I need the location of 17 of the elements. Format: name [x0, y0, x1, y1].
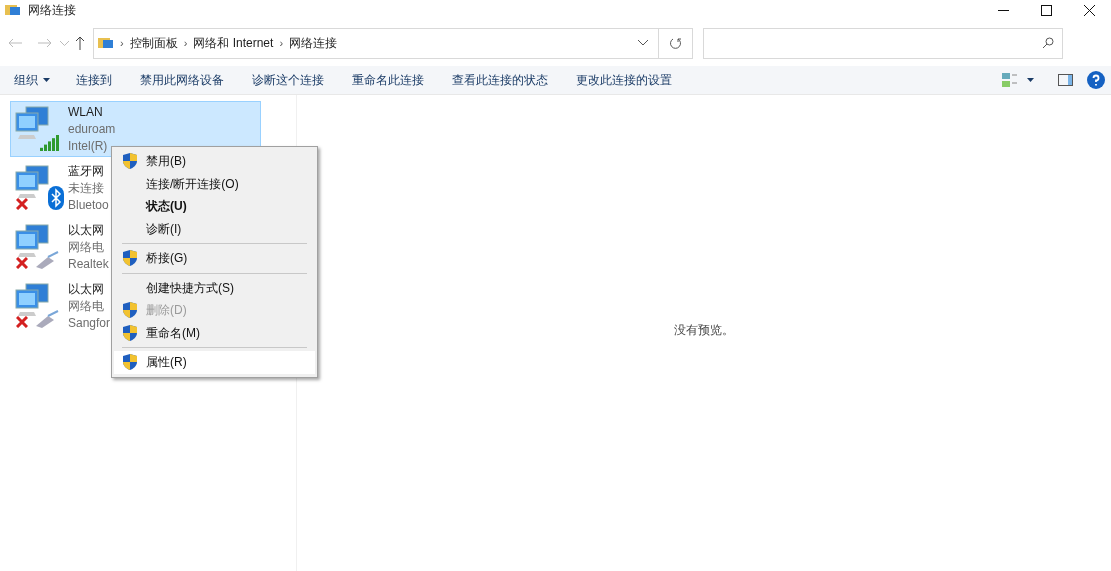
- breadcrumb-separator: ›: [279, 35, 284, 51]
- connection-status: 未连接: [68, 180, 105, 197]
- connection-name: 以太网: [68, 281, 105, 298]
- connection-status: eduroam: [68, 121, 116, 138]
- connection-name: WLAN: [68, 104, 104, 121]
- connection-name: 蓝牙网: [68, 163, 105, 180]
- connection-name: 以太网: [68, 222, 105, 239]
- device-name: Bluetoo: [68, 197, 109, 214]
- device-name: Intel(R): [68, 138, 109, 155]
- preview-message: 没有预览。: [674, 322, 734, 339]
- device-name: Sangfor: [68, 315, 111, 332]
- breadcrumb-separator: ›: [183, 35, 188, 51]
- window-title: 网络连接: [28, 2, 76, 19]
- breadcrumb-separator: ›: [120, 35, 124, 51]
- connection-status: 网络电: [68, 239, 105, 256]
- connection-status: 网络电: [68, 298, 105, 315]
- device-name: Realtek: [68, 256, 109, 273]
